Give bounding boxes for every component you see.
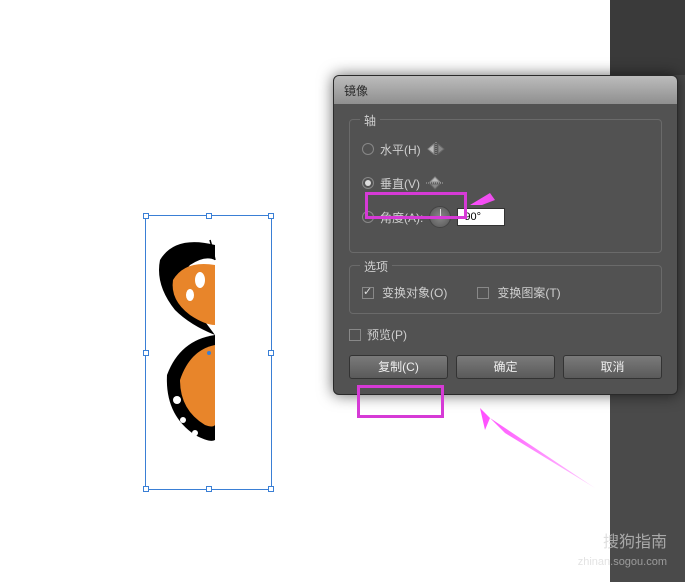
transform-object-label: 变换对象(O) xyxy=(382,284,447,301)
options-fieldset: 选项 变换对象(O) 变换图案(T) xyxy=(349,265,662,314)
horizontal-label: 水平(H) xyxy=(380,141,421,158)
angle-dial[interactable] xyxy=(429,206,451,228)
handle-bottom-left[interactable] xyxy=(143,486,149,492)
dialog-titlebar[interactable]: 镜像 xyxy=(334,76,677,104)
handle-bottom-right[interactable] xyxy=(268,486,274,492)
options-legend: 选项 xyxy=(360,258,392,275)
watermark-main: 搜狗指南 xyxy=(603,528,667,552)
axis-fieldset: 轴 水平(H) 垂直(V) xyxy=(349,119,662,253)
handle-top-right[interactable] xyxy=(268,213,274,219)
handle-bottom-center[interactable] xyxy=(206,486,212,492)
angle-row[interactable]: 角度(A): xyxy=(362,206,649,228)
handle-mid-right[interactable] xyxy=(268,350,274,356)
vertical-label: 垂直(V) xyxy=(380,175,420,192)
angle-label: 角度(A): xyxy=(380,209,423,226)
selection-center xyxy=(207,351,211,355)
handle-top-left[interactable] xyxy=(143,213,149,219)
cancel-button[interactable]: 取消 xyxy=(563,355,662,379)
copy-button[interactable]: 复制(C) xyxy=(349,355,448,379)
handle-mid-left[interactable] xyxy=(143,350,149,356)
preview-label: 预览(P) xyxy=(367,326,407,343)
button-row: 复制(C) 确定 取消 xyxy=(349,355,662,379)
radio-horizontal[interactable] xyxy=(362,143,374,155)
flip-vertical-icon xyxy=(426,176,444,190)
axis-legend: 轴 xyxy=(360,112,380,129)
vertical-row[interactable]: 垂直(V) xyxy=(362,172,649,194)
ok-button[interactable]: 确定 xyxy=(456,355,555,379)
app-background-top xyxy=(610,0,685,75)
flip-horizontal-icon xyxy=(427,142,445,156)
dialog-title: 镜像 xyxy=(344,84,368,98)
angle-input[interactable] xyxy=(457,208,505,226)
transform-pattern-label: 变换图案(T) xyxy=(497,284,560,301)
checkbox-transform-pattern[interactable] xyxy=(477,287,489,299)
dialog-body: 轴 水平(H) 垂直(V) xyxy=(334,104,677,394)
checkbox-transform-object[interactable] xyxy=(362,287,374,299)
horizontal-row[interactable]: 水平(H) xyxy=(362,138,649,160)
watermark-sub: zhinan.sogou.com xyxy=(578,556,667,568)
annotation-arrow-bottom xyxy=(430,408,600,493)
options-row: 变换对象(O) 变换图案(T) xyxy=(362,284,649,301)
preview-row[interactable]: 预览(P) xyxy=(349,326,662,343)
radio-vertical[interactable] xyxy=(362,177,374,189)
handle-top-center[interactable] xyxy=(206,213,212,219)
checkbox-preview[interactable] xyxy=(349,329,361,341)
selection-bounds[interactable] xyxy=(145,215,272,490)
radio-angle[interactable] xyxy=(362,211,374,223)
mirror-dialog: 镜像 轴 水平(H) 垂直(V) xyxy=(333,75,678,395)
